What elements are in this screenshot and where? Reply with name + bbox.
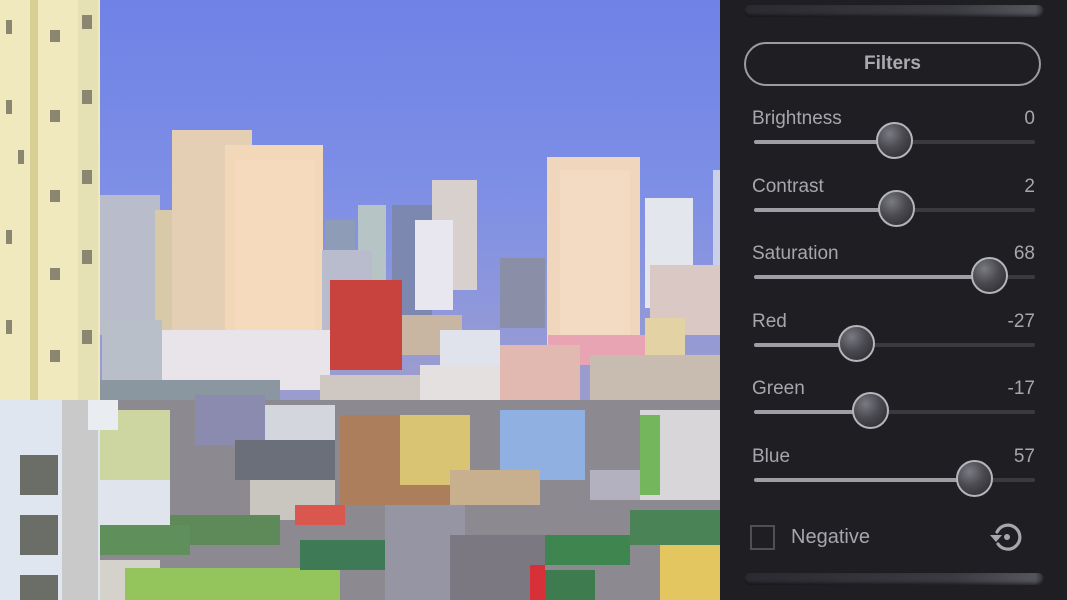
negative-option: Negative: [750, 522, 870, 552]
slider-knob[interactable]: [851, 392, 889, 429]
slider-knob[interactable]: [971, 257, 1009, 294]
slider-label: Contrast: [752, 176, 824, 197]
slider-fill: [754, 140, 895, 144]
slider-label: Brightness: [752, 108, 842, 129]
blue-slider[interactable]: [754, 460, 1035, 497]
slider-label: Red: [752, 311, 787, 332]
slider-value: -17: [1007, 378, 1035, 399]
slider-knob[interactable]: [955, 460, 993, 497]
slider-fill: [754, 208, 898, 212]
slider-knob[interactable]: [875, 122, 913, 159]
slider-row-saturation: Saturation 68: [752, 243, 1035, 310]
red-slider[interactable]: [754, 325, 1035, 362]
brightness-slider[interactable]: [754, 122, 1035, 159]
contrast-slider[interactable]: [754, 190, 1035, 227]
reset-button[interactable]: [987, 518, 1025, 556]
slider-row-brightness: Brightness 0: [752, 108, 1035, 175]
scroll-edge-bottom: [744, 573, 1044, 585]
slider-row-contrast: Contrast 2: [752, 176, 1035, 243]
slider-knob[interactable]: [878, 190, 916, 227]
saturation-slider[interactable]: [754, 257, 1035, 294]
slider-value: -27: [1007, 311, 1035, 332]
slider-row-blue: Blue 57: [752, 446, 1035, 513]
slider-value: 68: [1013, 243, 1035, 264]
scroll-edge-top: [744, 5, 1044, 17]
negative-label: Negative: [791, 525, 870, 548]
filters-panel: Filters Brightness 0 Contrast 2 Saturati…: [720, 0, 1067, 600]
slider-value: 2: [1024, 176, 1035, 197]
slider-value: 0: [1024, 108, 1035, 129]
slider-row-green: Green -17: [752, 378, 1035, 445]
photo-preview: [0, 0, 720, 600]
green-slider[interactable]: [754, 392, 1035, 429]
reset-rotate-icon: [990, 523, 1022, 551]
slider-value: 57: [1013, 446, 1035, 467]
slider-row-red: Red -27: [752, 311, 1035, 378]
filters-button-label: Filters: [863, 53, 922, 74]
slider-label: Green: [752, 378, 805, 399]
slider-label: Saturation: [752, 243, 839, 264]
slider-fill: [754, 275, 991, 279]
filters-button[interactable]: Filters: [744, 42, 1041, 86]
city-photo: [0, 0, 720, 600]
slider-knob[interactable]: [837, 325, 875, 362]
slider-label: Blue: [752, 446, 791, 467]
slider-fill: [754, 478, 975, 482]
negative-checkbox[interactable]: [750, 524, 775, 550]
